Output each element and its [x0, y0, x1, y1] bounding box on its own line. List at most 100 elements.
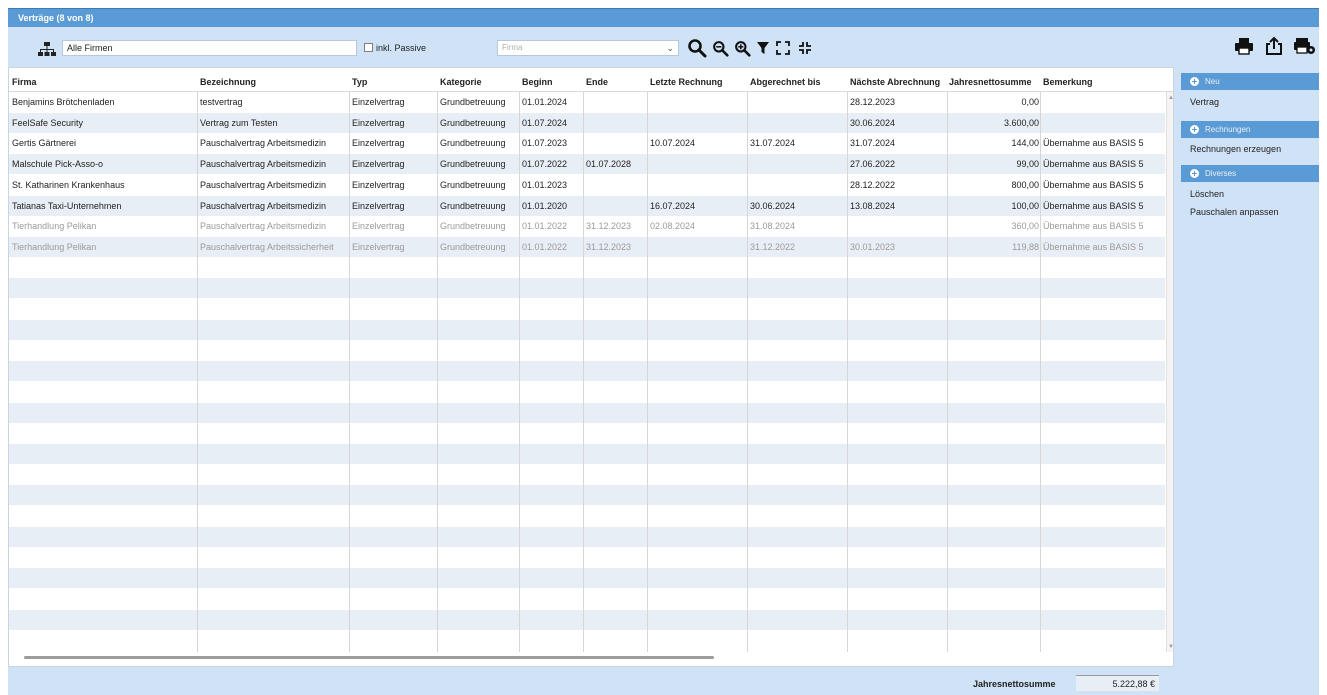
- col-header-beginn[interactable]: Beginn: [522, 77, 553, 87]
- passive-checkbox[interactable]: [364, 43, 373, 52]
- scroll-up-icon[interactable]: ▲: [1168, 95, 1173, 101]
- table-row[interactable]: Malschule Pick-Asso-o Pauschalvertrag Arb…: [9, 154, 1165, 175]
- cell-abgerechnet-bis: 31.12.2022: [750, 241, 796, 252]
- cell-kategorie: Grundbetreuung: [440, 241, 506, 252]
- table-row[interactable]: [9, 547, 1165, 567]
- cell-bezeichnung: Pauschalvertrag Arbeitsmedizin: [200, 159, 327, 170]
- table-row[interactable]: [9, 402, 1165, 423]
- table-row[interactable]: [9, 465, 1165, 485]
- cell-letzte-rechnung: 16.07.2024: [650, 200, 696, 211]
- column-divider[interactable]: [349, 92, 350, 652]
- table-row[interactable]: [9, 526, 1165, 547]
- table-row[interactable]: Tierhandlung Pelikan Pauschalvertrag Arbe…: [9, 216, 1165, 236]
- col-header-bemerkung[interactable]: Bemerkung: [1043, 77, 1093, 87]
- table-row[interactable]: [9, 630, 1165, 650]
- col-header-firma[interactable]: Firma: [12, 77, 37, 87]
- section-header-neu[interactable]: Neu: [1181, 73, 1319, 90]
- cell-firma: FeelSafe Security: [12, 117, 84, 128]
- org-chart-icon[interactable]: [38, 42, 56, 56]
- cell-bemerkung: Übernahme aus BASIS 5: [1043, 138, 1144, 149]
- col-header-kategorie[interactable]: Kategorie: [440, 77, 482, 87]
- firma-filter-select[interactable]: Firma ⌄: [497, 40, 679, 56]
- expand-icon[interactable]: [774, 38, 792, 58]
- section-header-rechnungen[interactable]: Rechnungen: [1181, 121, 1319, 138]
- cell-firma: Tatianas Taxi-Unternehmen: [12, 200, 122, 211]
- table-row[interactable]: [9, 568, 1165, 589]
- action-adjust-flat-rates[interactable]: Pauschalen anpassen: [1190, 207, 1279, 217]
- cell-naechste-abrechnung: 28.12.2023: [850, 97, 896, 107]
- table-row[interactable]: Tierhandlung Pelikan Pauschalvertrag Arbe…: [9, 236, 1165, 257]
- col-header-abgerechnet-bis[interactable]: Abgerechnet bis: [750, 77, 821, 87]
- col-header-ende[interactable]: Ende: [586, 77, 608, 87]
- table-row[interactable]: St. Katharinen Krankenhaus Pauschalvertra…: [9, 175, 1165, 195]
- table-row[interactable]: [9, 609, 1165, 630]
- table-row[interactable]: [9, 443, 1165, 464]
- zoom-in-icon[interactable]: [732, 38, 752, 58]
- cell-beginn: 01.01.2020: [522, 200, 568, 211]
- table-row[interactable]: Gertis Gärtnerei Pauschalvertrag Arbeitsm…: [9, 133, 1165, 153]
- company-select[interactable]: Alle Firmen: [62, 40, 357, 56]
- sum-label: Jahresnettosumme: [973, 679, 1056, 689]
- print-icon[interactable]: [1234, 36, 1254, 56]
- table-row[interactable]: [9, 278, 1165, 299]
- table-row[interactable]: [9, 258, 1165, 278]
- column-divider[interactable]: [747, 92, 748, 652]
- table-body: Benjamins Brötchenladen testvertrag Einzel…: [9, 92, 1165, 652]
- table-row[interactable]: FeelSafe Security Vertrag zum Testen Einze…: [9, 112, 1165, 133]
- add-circle-icon: [1190, 169, 1199, 178]
- col-header-naechste-abrechnung[interactable]: Nächste Abrechnung: [850, 77, 940, 87]
- table-row[interactable]: Tatianas Taxi-Unternehmen Pauschalvertrag…: [9, 195, 1165, 216]
- section-header-diverses[interactable]: Diverses: [1181, 165, 1319, 182]
- column-divider[interactable]: [847, 92, 848, 652]
- cell-firma: Gertis Gärtnerei: [12, 138, 77, 149]
- contracts-table: Firma Bezeichnung Typ Kategorie Beginn E…: [8, 67, 1174, 667]
- section-title-neu: Neu: [1205, 77, 1220, 86]
- cell-naechste-abrechnung: 28.12.2022: [850, 179, 896, 190]
- table-row[interactable]: [9, 340, 1165, 360]
- cell-beginn: 01.07.2024: [522, 117, 568, 128]
- col-header-bezeichnung[interactable]: Bezeichnung: [200, 77, 256, 87]
- settings-printer-icon[interactable]: [1294, 36, 1316, 56]
- vertical-scrollbar[interactable]: ▲ ▼: [1166, 92, 1173, 652]
- column-divider[interactable]: [437, 92, 438, 652]
- col-header-letzte-rechnung[interactable]: Letzte Rechnung: [650, 77, 723, 87]
- table-row[interactable]: [9, 423, 1165, 443]
- cell-kategorie: Grundbetreuung: [440, 179, 506, 190]
- zoom-out-icon[interactable]: [710, 38, 730, 58]
- firma-filter-placeholder: Firma: [502, 43, 523, 52]
- table-row[interactable]: [9, 361, 1165, 382]
- horizontal-scrollbar-thumb[interactable]: [24, 656, 714, 659]
- export-icon[interactable]: [1264, 36, 1284, 56]
- cell-beginn: 01.07.2023: [522, 138, 568, 149]
- action-generate-invoices[interactable]: Rechnungen erzeugen: [1190, 144, 1281, 154]
- table-row[interactable]: Benjamins Brötchenladen testvertrag Einzel…: [9, 92, 1165, 112]
- cell-bemerkung: Übernahme aus BASIS 5: [1043, 179, 1144, 190]
- column-divider[interactable]: [1040, 92, 1041, 652]
- cell-beginn: 01.01.2023: [522, 179, 568, 190]
- collapse-icon[interactable]: [796, 38, 814, 58]
- cell-jahresnettosumme: 99,00: [1016, 159, 1039, 170]
- action-delete[interactable]: Löschen: [1190, 189, 1224, 199]
- column-divider[interactable]: [583, 92, 584, 652]
- cell-kategorie: Grundbetreuung: [440, 117, 506, 128]
- col-header-jahresnettosumme[interactable]: Jahresnettosumme: [949, 77, 1032, 87]
- table-row[interactable]: [9, 299, 1165, 319]
- column-divider[interactable]: [647, 92, 648, 652]
- table-row[interactable]: [9, 382, 1165, 402]
- column-divider[interactable]: [519, 92, 520, 652]
- cell-kategorie: Grundbetreuung: [440, 138, 506, 149]
- filter-icon[interactable]: [754, 38, 772, 58]
- search-icon[interactable]: [686, 38, 708, 58]
- column-divider[interactable]: [197, 92, 198, 652]
- table-row[interactable]: [9, 319, 1165, 340]
- scroll-down-icon[interactable]: ▼: [1168, 644, 1173, 650]
- col-header-typ[interactable]: Typ: [352, 77, 367, 87]
- cell-kategorie: Grundbetreuung: [440, 159, 506, 170]
- action-new-contract[interactable]: Vertrag: [1190, 97, 1219, 107]
- table-row[interactable]: [9, 506, 1165, 526]
- section-title-diverses: Diverses: [1205, 169, 1237, 178]
- column-divider[interactable]: [947, 92, 948, 652]
- table-row[interactable]: [9, 589, 1165, 609]
- table-row[interactable]: [9, 485, 1165, 506]
- cell-naechste-abrechnung: 13.08.2024: [850, 200, 896, 211]
